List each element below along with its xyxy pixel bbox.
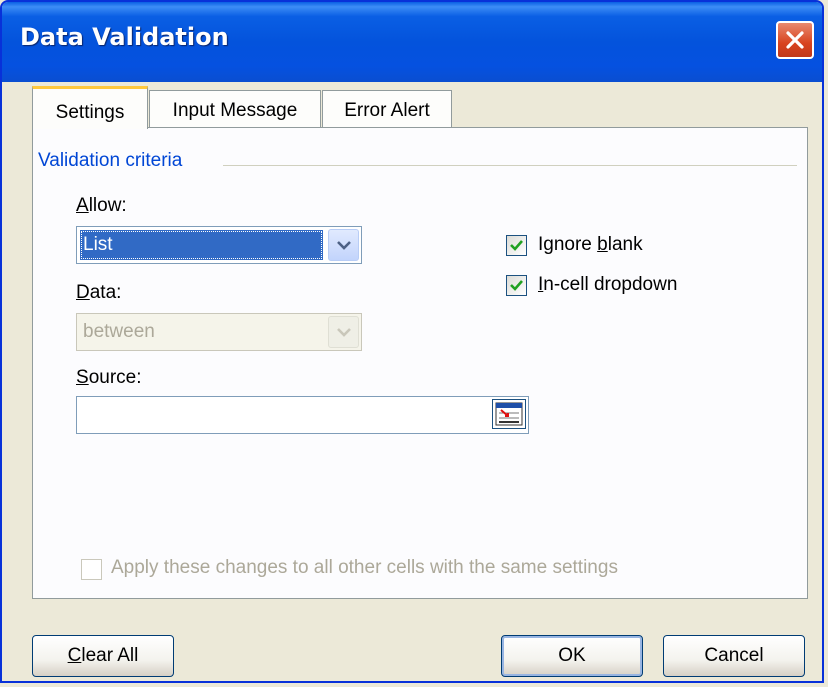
- data-validation-dialog: Data Validation Settings Input Message E…: [0, 0, 824, 683]
- group-divider: [223, 165, 797, 166]
- tab-error-alert-label: Error Alert: [344, 100, 430, 121]
- apply-all-checkbox[interactable]: [81, 559, 102, 580]
- data-selected-value: between: [83, 321, 155, 342]
- validation-criteria-label: Validation criteria: [38, 150, 189, 172]
- allow-dropdown-button[interactable]: [328, 229, 359, 261]
- allow-selected-value: List: [80, 230, 323, 260]
- in-cell-dropdown-checkbox[interactable]: [506, 275, 527, 296]
- close-button[interactable]: [776, 21, 814, 59]
- allow-label: Allow:: [76, 195, 127, 216]
- tab-error-alert[interactable]: Error Alert: [322, 90, 452, 128]
- source-input[interactable]: [76, 396, 529, 434]
- allow-dropdown[interactable]: List: [76, 226, 362, 264]
- ok-button[interactable]: OK: [501, 635, 643, 677]
- data-dropdown-button[interactable]: [328, 316, 359, 348]
- tab-settings-label: Settings: [55, 102, 125, 123]
- cancel-button[interactable]: Cancel: [663, 635, 805, 677]
- data-label: Data:: [76, 282, 122, 303]
- ok-label: OK: [558, 645, 586, 666]
- checkmark-icon: [510, 240, 523, 251]
- settings-panel: Validation criteria Allow: List Data: be…: [32, 127, 808, 599]
- tab-settings[interactable]: Settings: [32, 86, 148, 129]
- tab-input-message-label: Input Message: [172, 100, 298, 121]
- apply-all-label: Apply these changes to all other cells w…: [111, 557, 618, 578]
- collapse-dialog-icon: [495, 402, 523, 426]
- checkmark-icon: [510, 280, 523, 291]
- window-title: Data Validation: [20, 23, 229, 51]
- source-range-picker-button[interactable]: [492, 399, 526, 429]
- cancel-label: Cancel: [704, 645, 764, 666]
- clear-all-mnemonic: C: [67, 645, 82, 666]
- tab-input-message[interactable]: Input Message: [149, 90, 321, 128]
- chevron-down-icon: [337, 328, 351, 337]
- close-icon: [786, 31, 804, 49]
- source-label: Source:: [76, 367, 142, 388]
- in-cell-dropdown-label: In-cell dropdown: [538, 274, 678, 295]
- chevron-down-icon: [337, 241, 351, 250]
- clear-all-button[interactable]: Clear All: [32, 635, 174, 677]
- title-bar[interactable]: Data Validation: [2, 2, 822, 82]
- ignore-blank-label: Ignore blank: [538, 234, 643, 255]
- ignore-blank-checkbox[interactable]: [506, 235, 527, 256]
- clear-all-label: lear All: [81, 645, 139, 666]
- data-dropdown[interactable]: between: [76, 313, 362, 351]
